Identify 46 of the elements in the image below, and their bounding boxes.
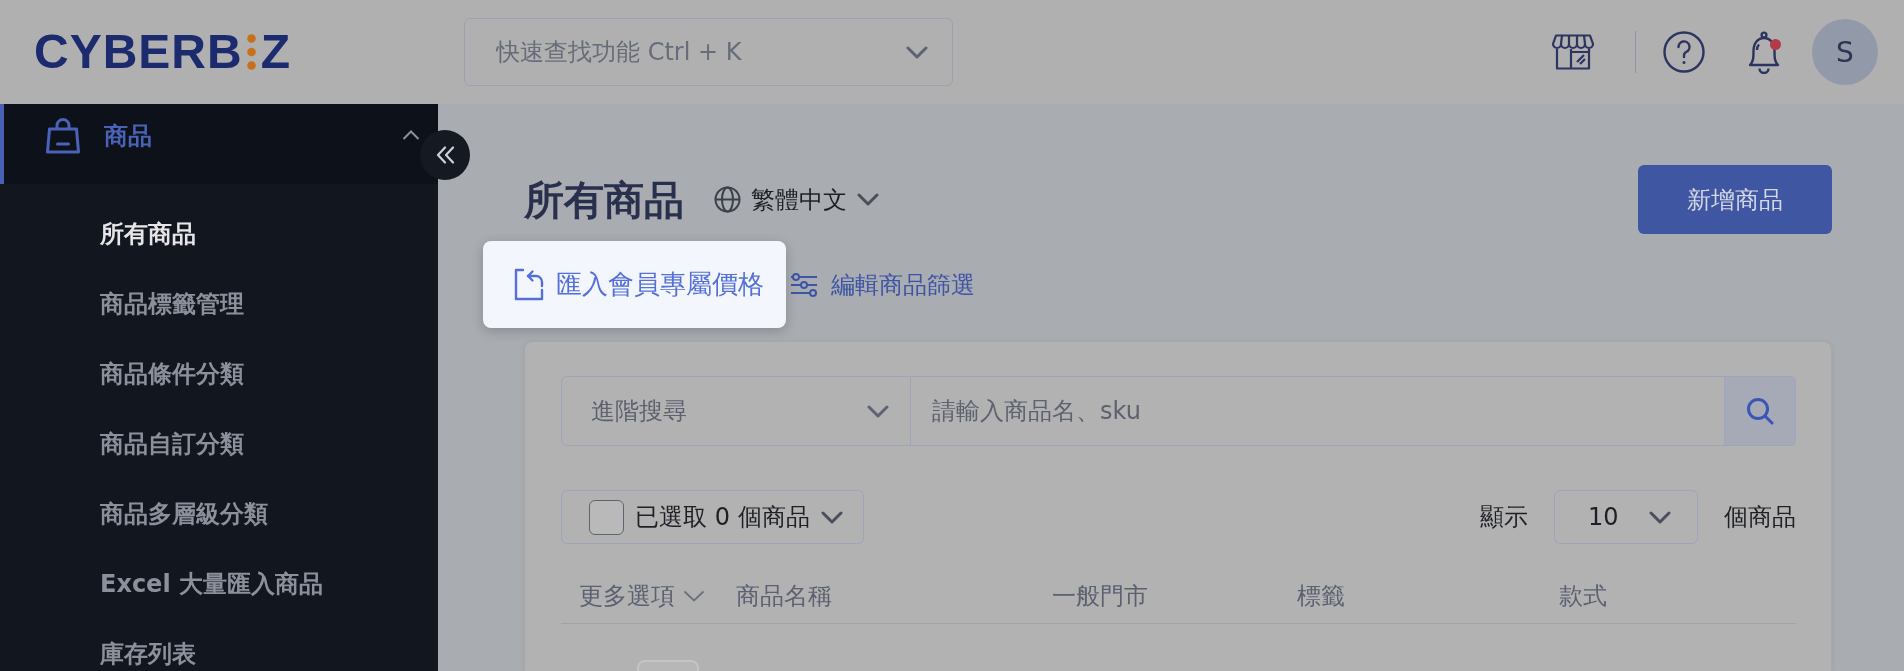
search-field[interactable]: 請輸入商品名、sku: [911, 376, 1725, 446]
sidebar-item[interactable]: 商品條件分類: [100, 359, 244, 389]
chevron-down-icon: [1649, 510, 1671, 524]
collapse-sidebar-button[interactable]: [420, 130, 470, 180]
bell-icon[interactable]: [1746, 30, 1782, 74]
help-icon[interactable]: [1663, 31, 1705, 73]
column-header: 標籤: [1297, 581, 1345, 612]
sidebar-item[interactable]: Excel 大量匯入商品: [100, 569, 323, 599]
add-product-button[interactable]: 新增商品: [1638, 165, 1832, 234]
sidebar-item[interactable]: 商品多層級分類: [100, 499, 268, 529]
import-button[interactable]: 匯入會員專屬價格: [483, 241, 786, 328]
select-all-dropdown[interactable]: 已選取 0 個商品: [561, 490, 864, 544]
advanced-search-dropdown[interactable]: 進階搜尋: [561, 376, 911, 446]
language-dropdown[interactable]: 繁體中文: [714, 183, 879, 216]
search-button[interactable]: [1725, 376, 1796, 446]
sliders-icon: [790, 272, 818, 297]
chevron-down-icon: [867, 404, 889, 418]
show-label: 顯示: [1480, 502, 1528, 533]
search-icon: [1746, 397, 1774, 425]
chevron-down-icon: [906, 46, 928, 59]
column-header: 款式: [1559, 581, 1607, 612]
sidebar-section[interactable]: 商品: [0, 104, 438, 184]
filter-button[interactable]: 編輯商品篩選: [790, 268, 975, 301]
shopping-bag-icon: [45, 118, 81, 154]
chevron-down-icon: [820, 510, 843, 524]
page-size-dropdown[interactable]: 10: [1554, 490, 1698, 544]
chevron-down-icon: [857, 193, 879, 206]
quick-search-field[interactable]: 快速查找功能 Ctrl + K: [464, 18, 953, 86]
column-header: 商品名稱: [736, 581, 832, 612]
sidebar-item[interactable]: 商品標籤管理: [100, 289, 244, 319]
logo-dots-icon: [246, 34, 256, 70]
globe-icon: [714, 186, 741, 213]
checkbox[interactable]: [589, 499, 624, 535]
store-icon[interactable]: [1552, 34, 1594, 70]
logo-link[interactable]: CYBERB Z: [34, 28, 291, 76]
caret-down-icon: [683, 590, 705, 602]
sidebar-item[interactable]: 所有商品: [100, 219, 196, 249]
page-size-unit: 個商品: [1724, 502, 1796, 533]
page-title: 所有商品: [524, 175, 684, 224]
double-chevron-left-icon: [435, 146, 455, 164]
sidebar-item[interactable]: 商品自訂分類: [100, 429, 244, 459]
sidebar-item[interactable]: 庫存列表: [100, 639, 196, 669]
document-arrow-icon: [514, 268, 544, 301]
column-header: 一般門市: [1052, 581, 1148, 612]
column-menu-header[interactable]: 更多選項: [579, 580, 705, 612]
avatar[interactable]: S: [1812, 19, 1878, 85]
